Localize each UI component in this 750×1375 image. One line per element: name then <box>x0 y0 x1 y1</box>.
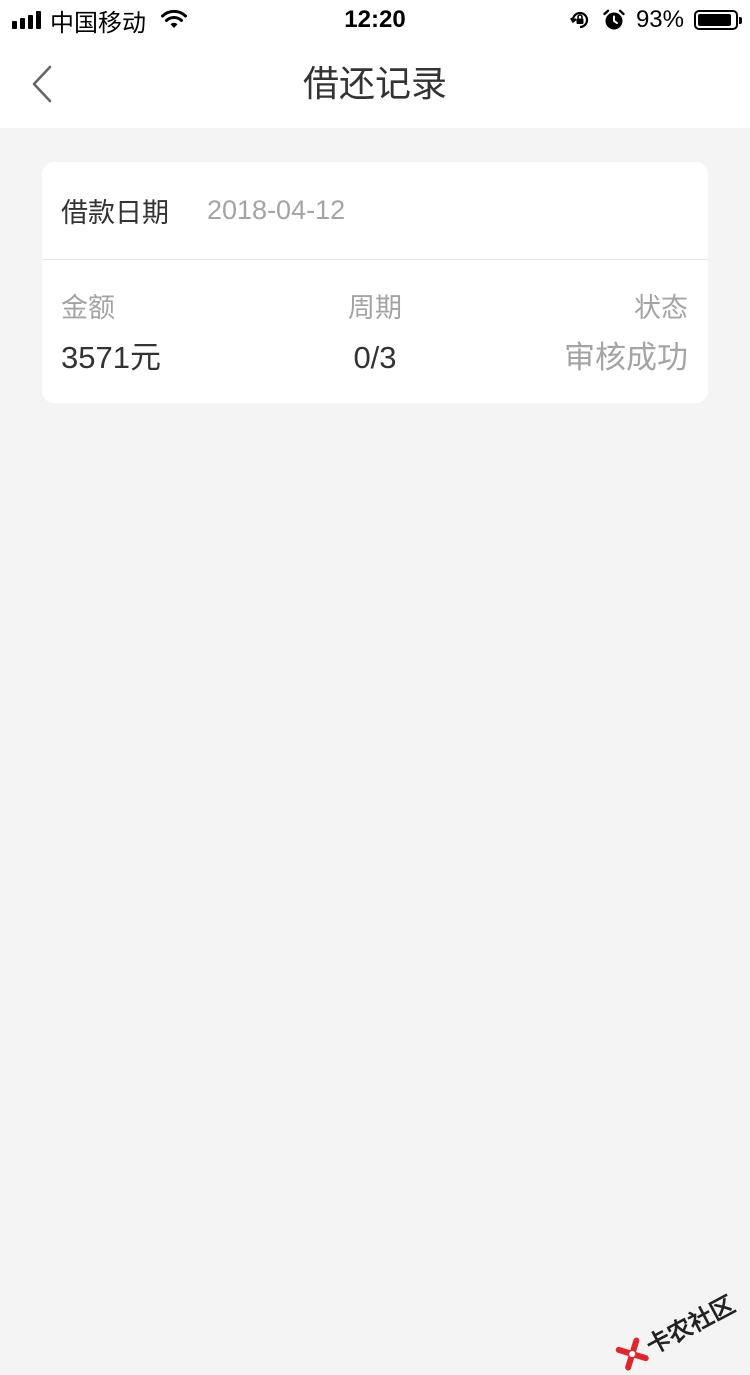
status-label: 状态 <box>634 293 688 323</box>
nav-bar: 借还记录 <box>0 40 750 128</box>
status-bar: 中国移动 12:20 93% <box>0 0 750 40</box>
status-bar-right: 93% <box>568 6 742 34</box>
amount-column: 金额 3571元 <box>61 290 161 378</box>
alarm-icon <box>602 8 626 32</box>
period-label: 周期 <box>348 293 402 323</box>
status-column: 状态 审核成功 <box>564 290 688 378</box>
amount-label: 金额 <box>61 293 115 323</box>
watermark: 卡农社区 <box>612 1285 740 1375</box>
watermark-text: 卡农社区 <box>642 1291 740 1361</box>
period-value: 0/3 <box>353 340 397 375</box>
amount-value: 3571元 <box>61 340 161 375</box>
loan-details-row: 金额 3571元 周期 0/3 状态 审核成功 <box>42 260 708 402</box>
battery-fill <box>698 14 732 26</box>
loan-date-value: 2018-04-12 <box>207 195 346 225</box>
loan-date-row: 借款日期 2018-04-12 <box>42 162 708 260</box>
orientation-lock-icon <box>568 8 592 32</box>
battery-percent: 93% <box>635 6 684 33</box>
battery-icon <box>694 10 742 30</box>
loan-record-card[interactable]: 借款日期 2018-04-12 金额 3571元 周期 0/3 状态 审核成功 <box>42 162 708 403</box>
page-title: 借还记录 <box>302 63 447 104</box>
period-column: 周期 0/3 <box>275 290 475 378</box>
loan-date-label: 借款日期 <box>61 198 169 228</box>
status-value: 审核成功 <box>564 340 688 375</box>
